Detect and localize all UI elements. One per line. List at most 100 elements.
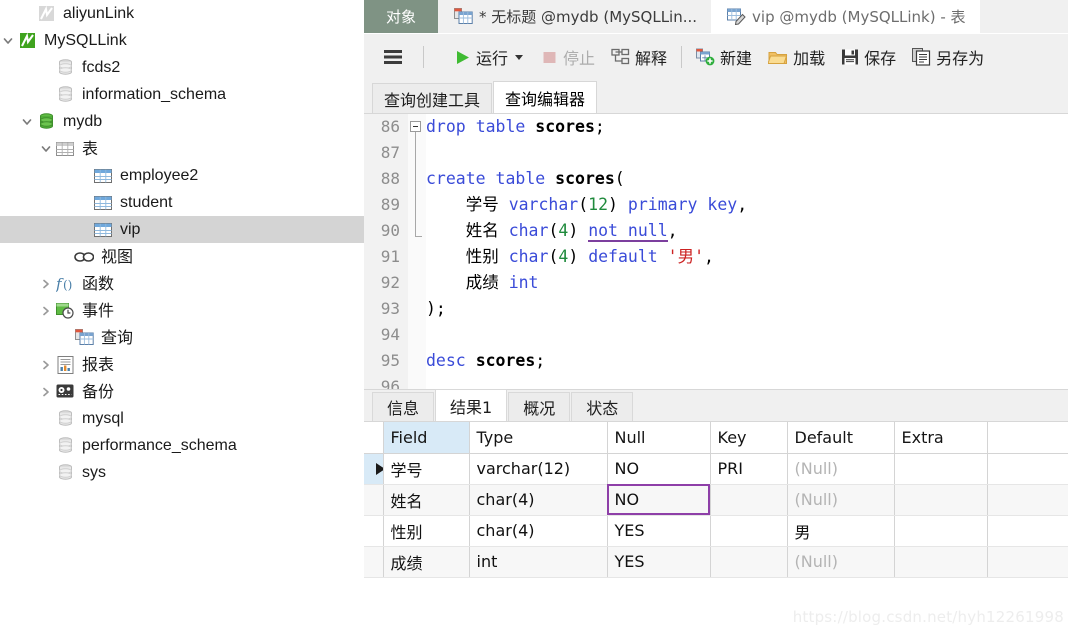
tree-item-mysql[interactable]: mysql (0, 405, 364, 432)
table-cell-type[interactable]: varchar(12) (469, 453, 608, 485)
explain-button[interactable]: 解释 (611, 42, 667, 72)
save-button[interactable]: 保存 (841, 42, 896, 72)
tree-item-performance_schema[interactable]: performance_schema (0, 432, 364, 459)
code-line[interactable]: 94 (364, 322, 1068, 348)
table-cell-key[interactable] (710, 546, 788, 578)
stop-button[interactable]: 停止 (541, 42, 595, 72)
code-line[interactable]: 95 desc scores; (364, 348, 1068, 374)
result-tab-2[interactable]: 概况 (508, 392, 571, 421)
code-line[interactable]: 89 学号 varchar(12) primary key, (364, 192, 1068, 218)
window-tab-2[interactable]: vip @mydb (MySQLLink) - 表 (711, 0, 980, 33)
save-as-button[interactable]: 另存为 (912, 42, 984, 72)
window-tab-1[interactable]: * 无标题 @mydb (MySQLLin... (438, 0, 712, 33)
sub-tab-0[interactable]: 查询创建工具 (372, 83, 493, 113)
table-cell-type[interactable]: char(4) (469, 515, 608, 547)
table-row[interactable]: 性别 char(4) YES 男 (364, 515, 1068, 547)
table-cell-extra[interactable] (894, 453, 988, 485)
result-tab-0[interactable]: 信息 (372, 392, 435, 421)
chevron-down-icon[interactable] (0, 27, 16, 54)
result-tab-1[interactable]: 结果1 (435, 389, 508, 421)
column-header-default[interactable]: Default (787, 422, 895, 454)
query-sub-tabs[interactable]: 查询创建工具 查询编辑器 (364, 80, 1068, 113)
tree-item-employee2[interactable]: employee2 (0, 162, 364, 189)
table-cell-key[interactable] (710, 515, 788, 547)
tree-item-查询[interactable]: 查询 (0, 324, 364, 351)
code-line[interactable]: 88 create table scores( (364, 166, 1068, 192)
table-cell-type[interactable]: char(4) (469, 484, 608, 516)
column-header-type[interactable]: Type (469, 422, 608, 454)
window-tab-0[interactable]: 对象 (364, 0, 438, 33)
row-indicator-cell[interactable] (364, 546, 384, 578)
code-line[interactable]: 93); (364, 296, 1068, 322)
tree-item-information_schema[interactable]: information_schema (0, 81, 364, 108)
tree-item-mydb[interactable]: mydb (0, 108, 364, 135)
table-cell-key[interactable]: PRI (710, 453, 788, 485)
chevron-right-icon[interactable] (38, 378, 54, 405)
table-cell-type[interactable]: int (469, 546, 608, 578)
tree-item-fcds2[interactable]: fcds2 (0, 54, 364, 81)
chevron-down-icon[interactable] (19, 108, 35, 135)
result-tab-bar[interactable]: 信息 结果1 概况 状态 (364, 389, 1068, 421)
sub-tab-1[interactable]: 查询编辑器 (493, 81, 598, 113)
tree-item-函数[interactable]: f() 函数 (0, 270, 364, 297)
table-cell-default[interactable]: (Null) (787, 453, 895, 485)
table-cell-default[interactable]: (Null) (787, 484, 895, 516)
result-grid-panel[interactable]: Field Type Null Key Default Extra 学号 varchar(1… (364, 421, 1068, 630)
column-header-extra[interactable]: Extra (894, 422, 988, 454)
table-cell-field[interactable]: 学号 (383, 453, 470, 485)
result-tab-3[interactable]: 状态 (571, 392, 634, 421)
tree-item-sys[interactable]: sys (0, 459, 364, 486)
code-line[interactable]: 87 (364, 140, 1068, 166)
row-indicator-cell[interactable] (364, 484, 384, 516)
sql-code-content[interactable]: 86 drop table scores; 87 88 create table sco… (364, 114, 1068, 389)
table-cell-null[interactable]: YES (607, 546, 711, 578)
table-cell-default[interactable]: (Null) (787, 546, 895, 578)
code-line[interactable]: 86 drop table scores; (364, 114, 1068, 140)
chevron-down-icon[interactable] (515, 54, 524, 60)
table-cell-field[interactable]: 姓名 (383, 484, 470, 516)
object-tree-sidebar[interactable]: aliyunLink MySQLLink fcds2 information_sche… (0, 0, 364, 641)
new-query-button[interactable]: 新建 (696, 42, 752, 72)
tree-item-MySQLLink[interactable]: MySQLLink (0, 27, 364, 54)
run-button[interactable]: 运行 (454, 42, 525, 72)
code-line[interactable]: 91 性别 char(4) default '男', (364, 244, 1068, 270)
table-row[interactable]: 姓名 char(4) NO (Null) (364, 484, 1068, 516)
code-line[interactable]: 90 姓名 char(4) not null, (364, 218, 1068, 244)
table-cell-field[interactable]: 成绩 (383, 546, 470, 578)
table-cell-extra[interactable] (894, 515, 988, 547)
table-cell-extra[interactable] (894, 484, 988, 516)
tree-item-事件[interactable]: 事件 (0, 297, 364, 324)
table-cell-null[interactable]: YES (607, 515, 711, 547)
column-header-key[interactable]: Key (710, 422, 788, 454)
chevron-right-icon[interactable] (38, 351, 54, 378)
table-cell-default[interactable]: 男 (787, 515, 895, 547)
table-cell-field[interactable]: 性别 (383, 515, 470, 547)
code-line[interactable]: 92 成绩 int (364, 270, 1068, 296)
chevron-down-icon[interactable] (38, 135, 54, 162)
tree-item-表[interactable]: 表 (0, 135, 364, 162)
column-header-field[interactable]: Field (383, 422, 470, 454)
fold-collapse-icon[interactable] (410, 121, 421, 132)
query-toolbar[interactable]: 运行 停止 解释 新建 加载 保存 另存为 (364, 34, 1068, 80)
sql-editor[interactable]: 86 drop table scores; 87 88 create table sco… (364, 113, 1068, 389)
result-table[interactable]: Field Type Null Key Default Extra 学号 varchar(1… (364, 422, 1068, 578)
tree-item-aliyunLink[interactable]: aliyunLink (0, 0, 364, 27)
tree-item-student[interactable]: student (0, 189, 364, 216)
column-header-null[interactable]: Null (607, 422, 711, 454)
table-cell-null[interactable]: NO (607, 484, 711, 516)
table-row[interactable]: 学号 varchar(12) NO PRI (Null) (364, 453, 1068, 485)
tree-item-备份[interactable]: 备份 (0, 378, 364, 405)
chevron-right-icon[interactable] (38, 270, 54, 297)
load-button[interactable]: 加载 (768, 42, 825, 72)
table-cell-key[interactable] (710, 484, 788, 516)
tree-item-视图[interactable]: 视图 (0, 243, 364, 270)
tree-item-vip[interactable]: vip (0, 216, 364, 243)
table-row[interactable]: 成绩 int YES (Null) (364, 546, 1068, 578)
window-tab-bar[interactable]: 对象 * 无标题 @mydb (MySQLLin... vip @mydb (MyS… (364, 0, 1068, 34)
code-line[interactable]: 96 (364, 374, 1068, 389)
row-indicator-cell[interactable] (364, 453, 384, 485)
chevron-right-icon[interactable] (38, 297, 54, 324)
tree-item-报表[interactable]: 报表 (0, 351, 364, 378)
table-cell-extra[interactable] (894, 546, 988, 578)
row-indicator-cell[interactable] (364, 515, 384, 547)
